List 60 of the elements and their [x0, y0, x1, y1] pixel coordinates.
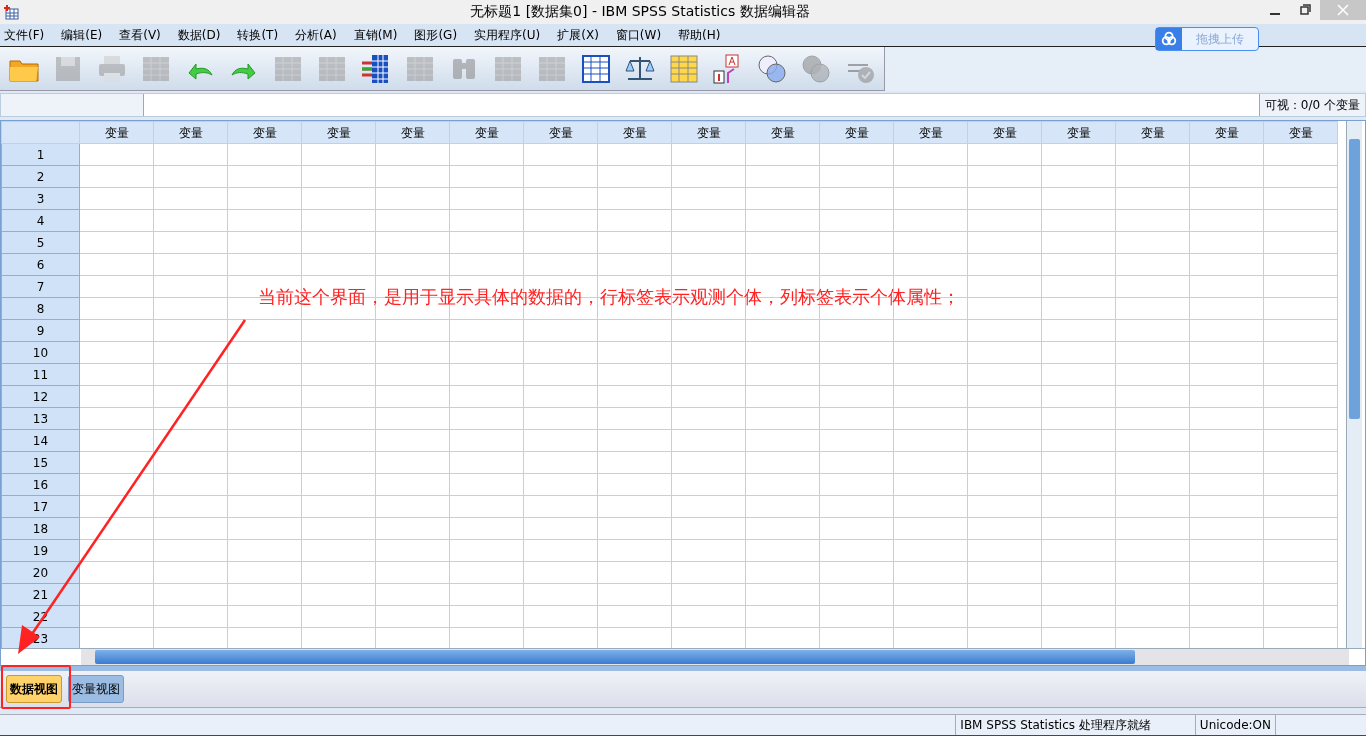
highlight-box — [1, 665, 71, 709]
column-header[interactable]: 变量 — [893, 121, 968, 144]
row-header[interactable]: 15 — [1, 451, 80, 474]
menu-item[interactable]: 编辑(E) — [61, 26, 103, 44]
column-header[interactable]: 变量 — [1041, 121, 1116, 144]
app-icon — [3, 4, 19, 20]
row-header[interactable]: 16 — [1, 473, 80, 496]
row-header[interactable]: 11 — [1, 363, 80, 386]
column-header[interactable]: 变量 — [819, 121, 894, 144]
row-header[interactable]: 2 — [1, 165, 80, 188]
menu-item[interactable]: 图形(G) — [414, 26, 458, 44]
column-header[interactable]: 变量 — [671, 121, 746, 144]
menu-item[interactable]: 直销(M) — [353, 26, 398, 44]
row-header[interactable]: 7 — [1, 275, 80, 298]
column-header[interactable]: 变量 — [745, 121, 820, 144]
menu-item[interactable]: 文件(F) — [4, 26, 45, 44]
column-header[interactable]: 变量 — [153, 121, 228, 144]
row-header[interactable]: 19 — [1, 539, 80, 562]
column-header[interactable]: 变量 — [449, 121, 524, 144]
sets-icon[interactable] — [756, 52, 788, 85]
row-header[interactable]: 13 — [1, 407, 80, 430]
row-header[interactable]: 18 — [1, 517, 80, 540]
menu-item[interactable]: 数据(D) — [177, 26, 221, 44]
menu-item[interactable]: 窗口(W) — [615, 26, 662, 44]
cloud-icon — [1156, 28, 1182, 50]
column-header[interactable]: 变量 — [227, 121, 302, 144]
column-header[interactable]: 变量 — [1189, 121, 1264, 144]
column-header[interactable]: 变量 — [1263, 121, 1338, 144]
row-header[interactable]: 9 — [1, 319, 80, 342]
menu-item[interactable]: 分析(A) — [295, 26, 337, 44]
menu-item[interactable]: 查看(V) — [119, 26, 161, 44]
vertical-scrollbar[interactable] — [1346, 121, 1362, 648]
menu-item[interactable]: 扩展(X) — [557, 26, 599, 44]
row-header[interactable]: 12 — [1, 385, 80, 408]
row-header[interactable]: 4 — [1, 209, 80, 232]
annotation-text: 当前这个界面，是用于显示具体的数据的，行标签表示观测个体，列标签表示个体属性； — [258, 285, 960, 309]
column-header[interactable]: 变量 — [967, 121, 1042, 144]
row-header[interactable]: 5 — [1, 231, 80, 254]
column-header[interactable]: 变量 — [375, 121, 450, 144]
menu-item[interactable]: 帮助(H) — [678, 26, 721, 44]
menu-item[interactable]: 实用程序(U) — [474, 26, 541, 44]
row-header[interactable]: 14 — [1, 429, 80, 452]
row-header[interactable]: 17 — [1, 495, 80, 518]
column-header[interactable]: 变量 — [79, 121, 154, 144]
window-title: 无标题1 [数据集0] - IBM SPSS Statistics 数据编辑器 — [469, 3, 811, 21]
column-header[interactable]: 变量 — [523, 121, 598, 144]
row-header[interactable]: 3 — [1, 187, 80, 210]
row-header[interactable]: 1 — [1, 143, 80, 166]
menu-item[interactable]: 转换(T) — [237, 26, 279, 44]
row-header[interactable]: 6 — [1, 253, 80, 276]
horizontal-scrollbar[interactable] — [81, 649, 1349, 665]
view-tab[interactable]: 数据视图 — [6, 675, 62, 703]
table-icon[interactable] — [580, 52, 612, 85]
row-header[interactable]: 8 — [1, 297, 80, 320]
column-header[interactable]: 变量 — [1115, 121, 1190, 144]
column-header[interactable]: 变量 — [301, 121, 376, 144]
row-header[interactable]: 10 — [1, 341, 80, 364]
view-tab[interactable]: 变量视图 — [68, 675, 124, 703]
column-header[interactable]: 变量 — [597, 121, 672, 144]
grid-icon[interactable] — [668, 52, 700, 85]
